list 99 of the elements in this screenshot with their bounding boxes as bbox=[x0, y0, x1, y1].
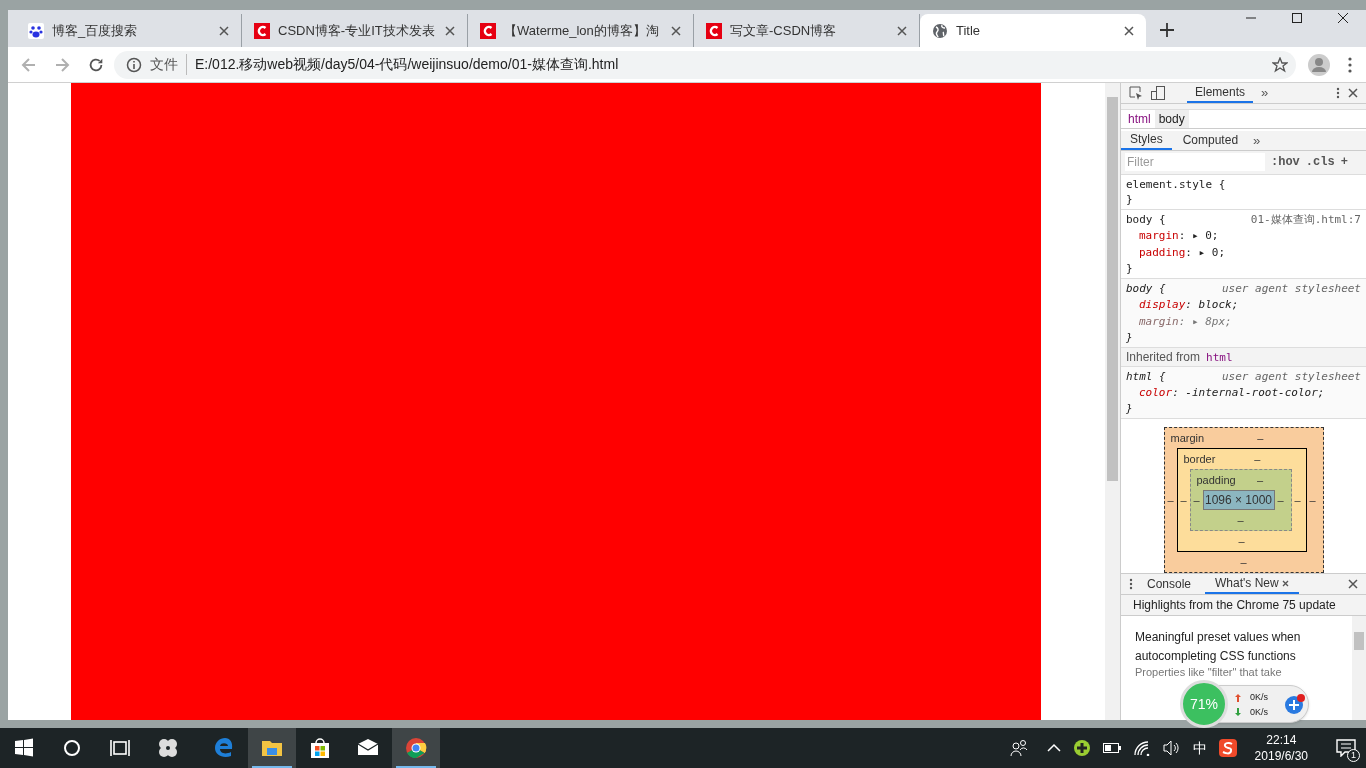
box-value: – bbox=[1256, 473, 1265, 489]
css-selector: html { bbox=[1126, 369, 1166, 385]
filter-button[interactable]: :hov bbox=[1271, 153, 1300, 172]
url-text: E:/012.移动web视频/day5/04-代码/weijinsuo/demo/01-媒体查询.html bbox=[195, 55, 620, 74]
clock[interactable]: 22:14 2019/6/30 bbox=[1248, 732, 1314, 764]
panel-tab[interactable]: Styles bbox=[1121, 130, 1172, 150]
scrollbar[interactable] bbox=[1105, 83, 1120, 720]
notification-icon[interactable] bbox=[1336, 739, 1356, 757]
source-link[interactable]: 01-媒体查询.html:7 bbox=[1250, 211, 1361, 227]
info-icon[interactable] bbox=[126, 56, 142, 73]
close-icon[interactable] bbox=[1348, 579, 1358, 590]
speaker-icon[interactable] bbox=[1162, 740, 1181, 756]
tab-title: 【Waterme_lon的博客】淘 bbox=[504, 21, 660, 40]
download-speed: 0K/s bbox=[1250, 706, 1268, 719]
close-icon[interactable] bbox=[671, 25, 681, 36]
address-bar[interactable]: 文件 E:/012.移动web视频/day5/04-代码/weijinsuo/demo/01-媒体查询.html bbox=[114, 50, 1296, 79]
filter-field[interactable]: Filter bbox=[1125, 153, 1265, 172]
box-value: – bbox=[1239, 555, 1248, 571]
sogou-icon[interactable] bbox=[1218, 739, 1237, 757]
css-declaration: margin: ▸ 8px; bbox=[1138, 313, 1233, 330]
c-logo-icon bbox=[480, 22, 496, 39]
closing-brace: } bbox=[1126, 401, 1134, 417]
box-value: – bbox=[1253, 452, 1262, 468]
css-declaration: color: -internal-root-color; bbox=[1138, 385, 1326, 402]
box-label: margin bbox=[1170, 431, 1205, 447]
more-tabs[interactable]: » bbox=[1249, 130, 1265, 151]
css-declaration: margin: ▸ 0; bbox=[1138, 227, 1220, 244]
section-heading: Highlights from the Chrome 75 update bbox=[1121, 595, 1366, 617]
paw-icon bbox=[28, 22, 44, 39]
stylesheet-label: user agent stylesheet bbox=[1221, 280, 1361, 296]
notification-count: 1 bbox=[1347, 749, 1360, 762]
box-value: – bbox=[1166, 493, 1175, 509]
chevron-up-icon[interactable] bbox=[1046, 743, 1061, 753]
scrollbar[interactable] bbox=[1352, 616, 1366, 720]
chrome-icon[interactable] bbox=[404, 736, 428, 760]
close-icon[interactable] bbox=[897, 25, 907, 36]
menu-icon[interactable] bbox=[1348, 56, 1352, 73]
percentage-badge: 71% bbox=[1180, 680, 1228, 728]
more-options-icon[interactable] bbox=[1336, 87, 1340, 99]
css-selector: body { bbox=[1126, 280, 1166, 296]
box-value: – bbox=[1308, 493, 1317, 509]
download-arrow-icon bbox=[1235, 708, 1241, 716]
profile-icon[interactable] bbox=[1308, 53, 1330, 76]
box-label: padding bbox=[1196, 473, 1236, 489]
breadcrumb[interactable]: html bbox=[1124, 109, 1155, 128]
inherited-source-link[interactable]: html bbox=[1206, 349, 1233, 365]
star-icon[interactable] bbox=[1272, 56, 1288, 73]
closing-brace: } bbox=[1126, 191, 1134, 207]
scheme-label: 文件 bbox=[150, 54, 187, 75]
inherited-label: Inherited from bbox=[1126, 349, 1201, 367]
close-icon[interactable] bbox=[445, 25, 455, 36]
close-icon[interactable] bbox=[1124, 25, 1134, 36]
inspect-icon[interactable] bbox=[1129, 86, 1143, 100]
upload-arrow-icon bbox=[1235, 694, 1241, 702]
upload-speed: 0K/s bbox=[1250, 691, 1268, 704]
more-tabs[interactable]: » bbox=[1261, 83, 1269, 103]
css-declaration: display: block; bbox=[1138, 296, 1240, 313]
box-label: border bbox=[1183, 452, 1216, 468]
box-value: – bbox=[1276, 493, 1285, 509]
pinwheel-icon[interactable] bbox=[156, 736, 180, 760]
close-icon[interactable] bbox=[219, 25, 229, 36]
globe-icon bbox=[932, 22, 948, 39]
drawer-tab[interactable]: Console bbox=[1137, 574, 1202, 595]
box-value: – bbox=[1192, 493, 1201, 509]
input-method-indicator[interactable]: 中 bbox=[1192, 737, 1207, 759]
plus-icon[interactable] bbox=[1284, 693, 1306, 715]
closing-brace: } bbox=[1126, 329, 1134, 345]
c-logo-icon bbox=[706, 22, 722, 39]
stylesheet-label: user agent stylesheet bbox=[1221, 369, 1361, 385]
css-selector: element.style { bbox=[1126, 176, 1226, 192]
people-icon[interactable] bbox=[1008, 738, 1029, 758]
tab-title: Title bbox=[956, 21, 982, 40]
battery-icon[interactable] bbox=[1102, 742, 1121, 754]
box-value: – bbox=[1293, 493, 1302, 509]
close-icon[interactable] bbox=[1348, 88, 1358, 98]
wifi-icon[interactable] bbox=[1132, 740, 1151, 756]
shopping-bag-icon[interactable] bbox=[308, 736, 332, 760]
panel-tab[interactable]: Computed bbox=[1173, 130, 1248, 150]
close-icon[interactable] bbox=[1281, 579, 1289, 587]
browser-tab[interactable]: Title bbox=[920, 14, 1146, 47]
css-declaration: padding: ▸ 0; bbox=[1138, 244, 1227, 261]
tab-title: CSDN博客-专业IT技术发表 bbox=[278, 21, 436, 40]
filter-button[interactable]: + bbox=[1340, 153, 1348, 172]
tab-title: 博客_百度搜索 bbox=[52, 21, 139, 40]
feature-description: Properties like "filter" that take bbox=[1135, 666, 1283, 680]
box-value: – bbox=[1179, 493, 1188, 509]
closing-brace: } bbox=[1126, 260, 1134, 276]
filter-button[interactable]: .cls bbox=[1305, 153, 1335, 172]
box-value: – bbox=[1256, 431, 1265, 447]
drag-handle-icon[interactable] bbox=[1129, 578, 1133, 591]
tab-title: 写文章-CSDN博客 bbox=[730, 21, 838, 40]
box-value: – bbox=[1237, 534, 1246, 550]
content-box: 1096 × 1000 bbox=[1202, 490, 1275, 511]
box-value: – bbox=[1236, 513, 1245, 529]
device-icon[interactable] bbox=[1151, 86, 1165, 100]
feature-title: Meaningful preset values when autocompleting CSS functions bbox=[1135, 629, 1302, 666]
css-selector: body { bbox=[1126, 211, 1166, 227]
c-logo-icon bbox=[254, 22, 270, 39]
new-tab-icon[interactable] bbox=[1160, 23, 1174, 37]
